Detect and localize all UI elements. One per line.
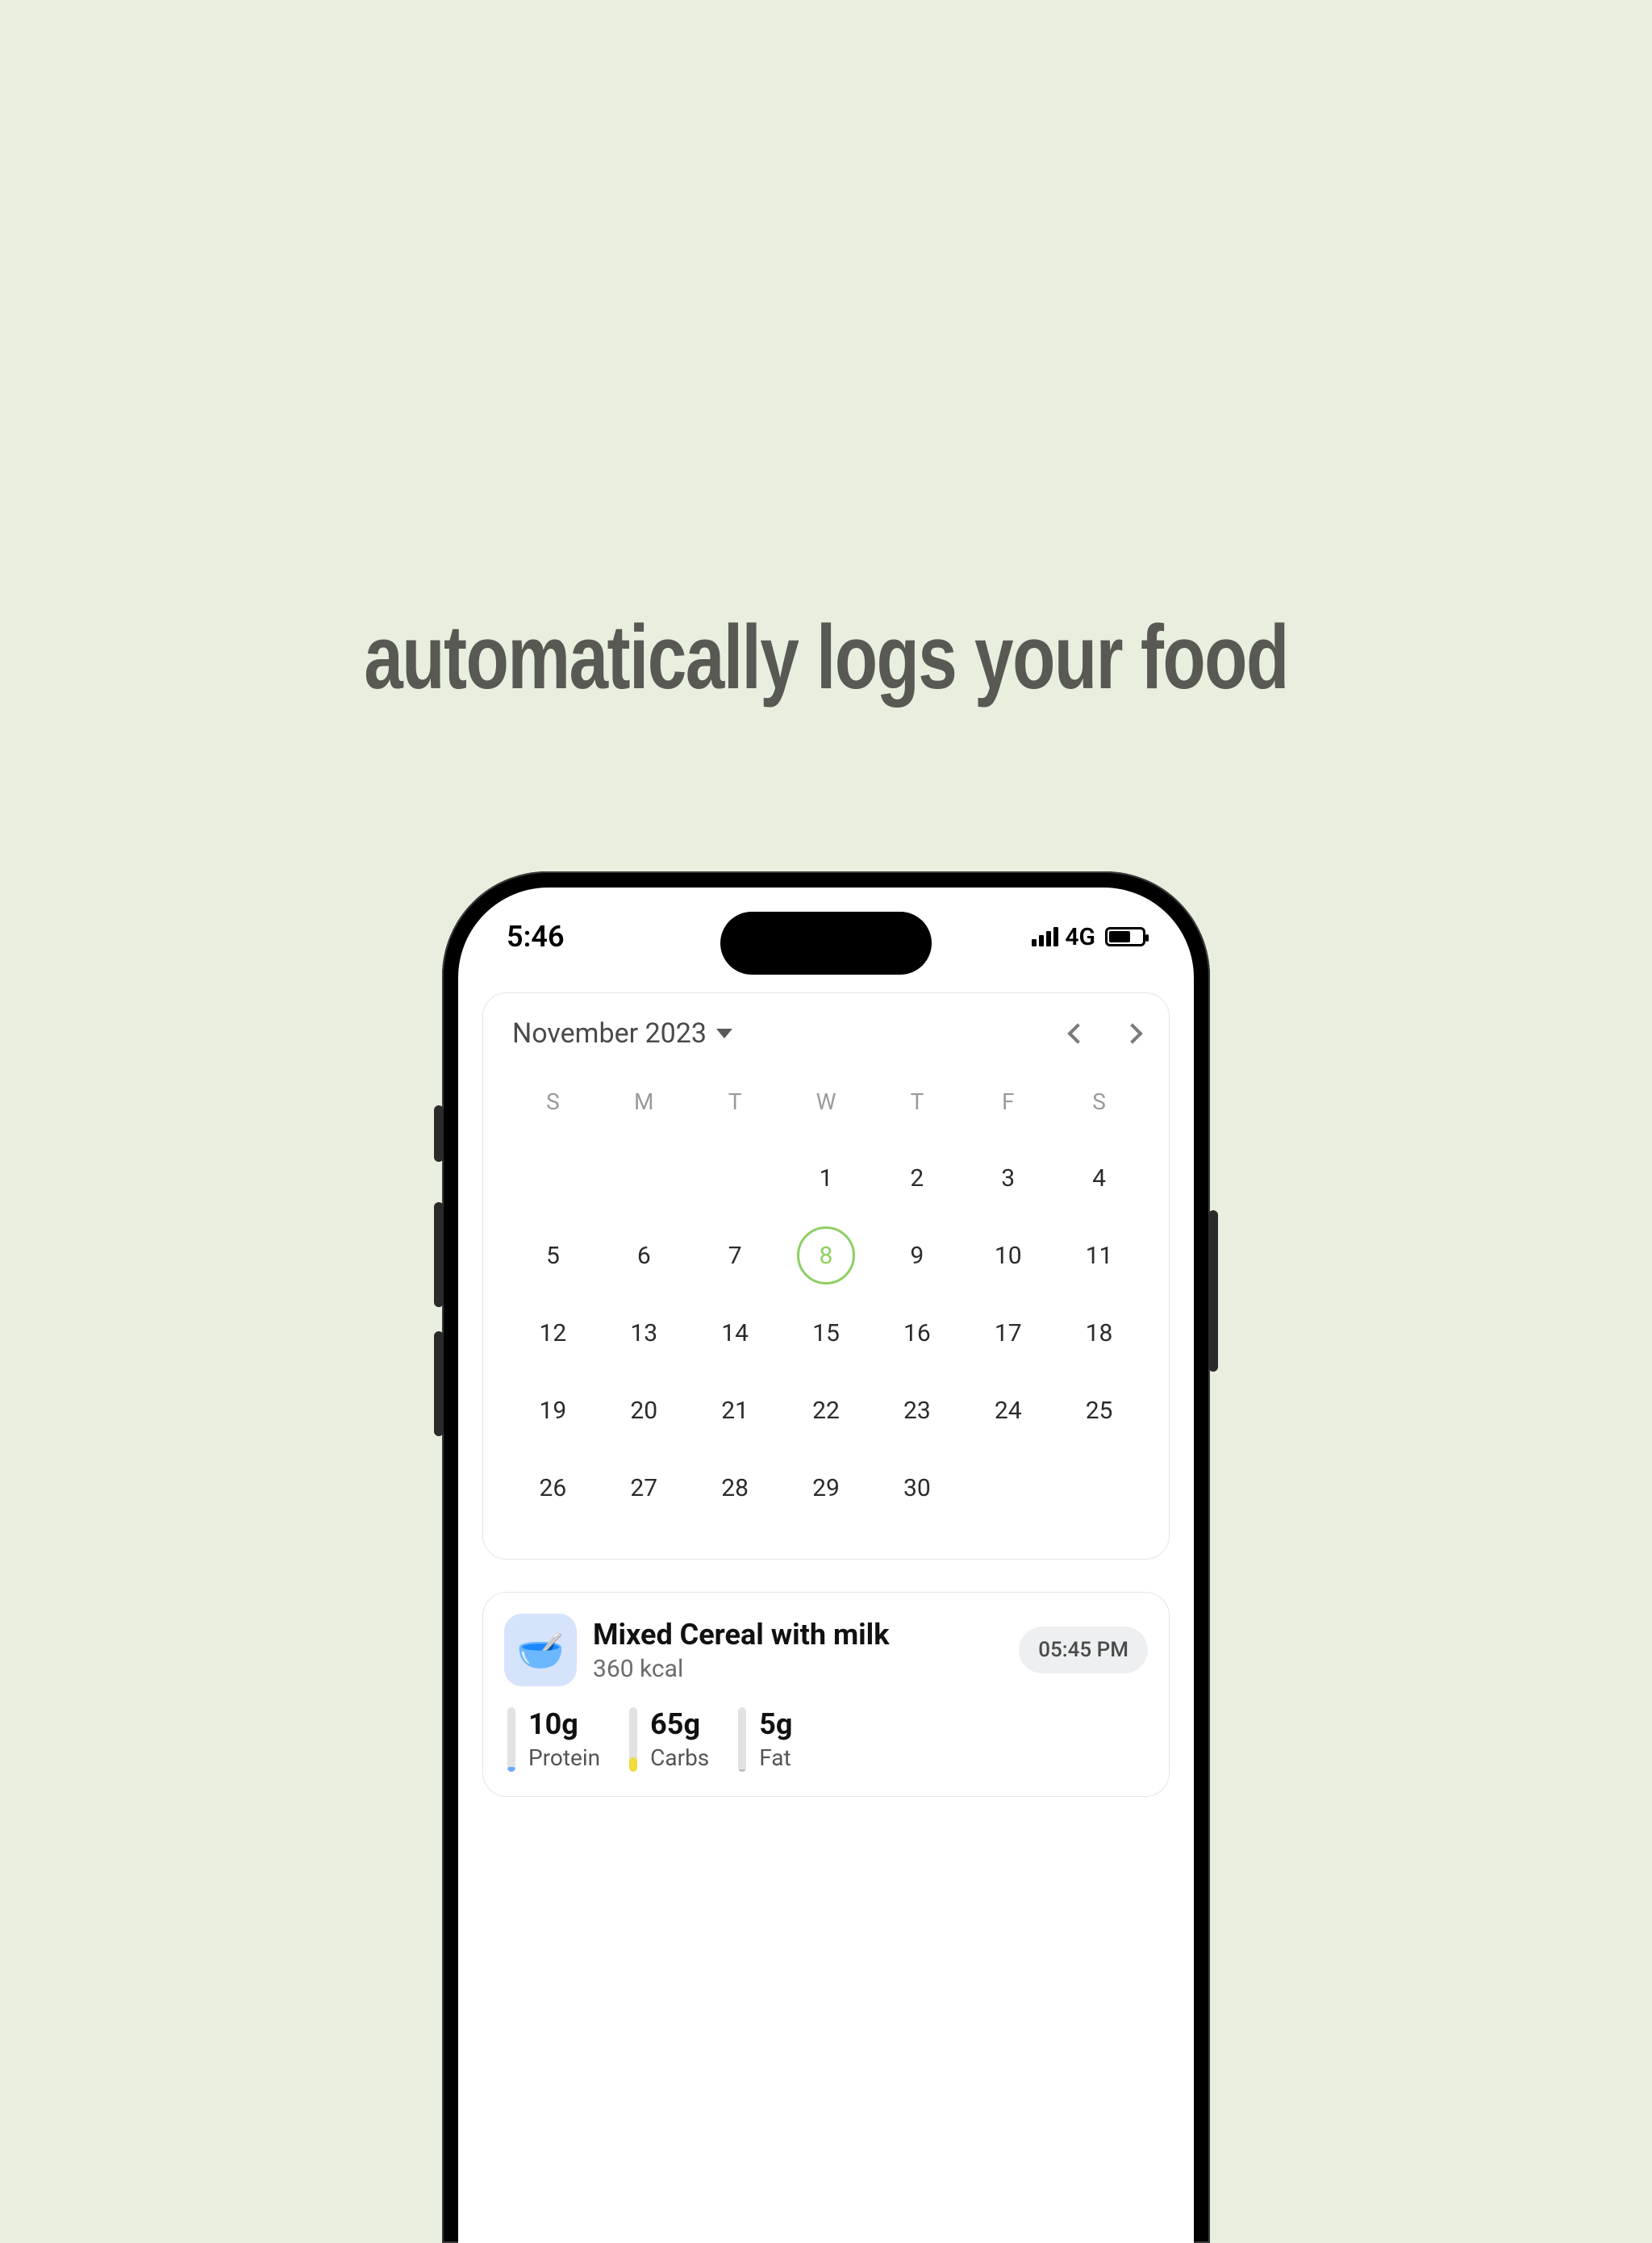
protein-label: Protein bbox=[528, 1744, 600, 1771]
fat-value: 5g bbox=[759, 1707, 792, 1741]
calendar-day[interactable]: 17 bbox=[979, 1304, 1037, 1362]
calendar-day[interactable]: 29 bbox=[797, 1459, 855, 1517]
phone-side-button bbox=[434, 1202, 444, 1307]
calendar-day[interactable]: 12 bbox=[524, 1304, 582, 1362]
calendar-day[interactable]: 30 bbox=[888, 1459, 946, 1517]
calendar-card: November 2023 SMTWTFS1234567891011121314… bbox=[482, 992, 1170, 1560]
macro-carbs: 65g Carbs bbox=[629, 1707, 709, 1772]
calendar-dow: M bbox=[634, 1074, 653, 1139]
prev-month-button[interactable] bbox=[1067, 1023, 1087, 1043]
bowl-icon: 🥣 bbox=[504, 1614, 577, 1686]
calendar-dow: S bbox=[1092, 1074, 1106, 1139]
phone-side-button bbox=[434, 1331, 444, 1436]
calendar-dow: T bbox=[910, 1074, 924, 1139]
next-month-button[interactable] bbox=[1122, 1023, 1142, 1043]
calendar-day[interactable]: 7 bbox=[706, 1226, 764, 1284]
calendar-day[interactable]: 26 bbox=[524, 1459, 582, 1517]
calendar-day[interactable]: 22 bbox=[797, 1381, 855, 1439]
calendar-dow: F bbox=[1002, 1074, 1014, 1139]
calendar-day[interactable]: 4 bbox=[1070, 1149, 1128, 1207]
calendar-day[interactable]: 5 bbox=[524, 1226, 582, 1284]
status-right: 4G bbox=[1032, 923, 1145, 951]
calendar-day[interactable]: 24 bbox=[979, 1381, 1037, 1439]
calendar-dow: S bbox=[546, 1074, 560, 1139]
calendar-day[interactable]: 9 bbox=[888, 1226, 946, 1284]
battery-icon bbox=[1105, 927, 1145, 946]
calendar-day[interactable]: 14 bbox=[706, 1304, 764, 1362]
calendar-dow: W bbox=[816, 1074, 836, 1139]
calendar-day[interactable]: 21 bbox=[706, 1381, 764, 1439]
calendar-day[interactable]: 13 bbox=[615, 1304, 673, 1362]
calendar-day[interactable]: 2 bbox=[888, 1149, 946, 1207]
calendar-day[interactable]: 15 bbox=[797, 1304, 855, 1362]
calendar-day[interactable]: 8 bbox=[797, 1226, 855, 1284]
calendar-day[interactable]: 18 bbox=[1070, 1304, 1128, 1362]
calendar-grid: SMTWTFS123456789101112131415161718192021… bbox=[507, 1074, 1145, 1527]
protein-bar bbox=[507, 1707, 515, 1772]
food-name: Mixed Cereal with milk bbox=[593, 1618, 1003, 1652]
calendar-day[interactable]: 25 bbox=[1070, 1381, 1128, 1439]
calendar-day[interactable]: 28 bbox=[706, 1459, 764, 1517]
network-label: 4G bbox=[1065, 923, 1095, 951]
fat-bar bbox=[738, 1707, 746, 1772]
phone-screen: 5:46 4G November 2023 bbox=[458, 888, 1194, 2243]
status-time: 5:46 bbox=[507, 920, 565, 954]
fat-label: Fat bbox=[759, 1744, 792, 1771]
calendar-day[interactable]: 11 bbox=[1070, 1226, 1128, 1284]
calendar-day[interactable]: 3 bbox=[979, 1149, 1037, 1207]
calendar-dow: T bbox=[728, 1074, 742, 1139]
status-bar: 5:46 4G bbox=[458, 920, 1194, 954]
headline-text: automatically logs your food bbox=[181, 605, 1470, 709]
phone-frame: 5:46 4G November 2023 bbox=[442, 871, 1210, 2243]
macro-fat: 5g Fat bbox=[738, 1707, 792, 1772]
caret-down-icon bbox=[716, 1029, 732, 1038]
calendar-day[interactable]: 19 bbox=[524, 1381, 582, 1439]
calendar-day[interactable]: 10 bbox=[979, 1226, 1037, 1284]
calendar-day[interactable]: 23 bbox=[888, 1381, 946, 1439]
calendar-month-picker[interactable]: November 2023 bbox=[512, 1017, 732, 1050]
macro-protein: 10g Protein bbox=[507, 1707, 600, 1772]
calendar-day[interactable]: 1 bbox=[797, 1149, 855, 1207]
carbs-label: Carbs bbox=[650, 1744, 709, 1771]
signal-icon bbox=[1032, 927, 1058, 946]
food-log-card[interactable]: 🥣 Mixed Cereal with milk 360 kcal 05:45 … bbox=[482, 1592, 1170, 1797]
calendar-day[interactable]: 27 bbox=[615, 1459, 673, 1517]
calendar-day[interactable]: 20 bbox=[615, 1381, 673, 1439]
calendar-day[interactable]: 6 bbox=[615, 1226, 673, 1284]
promo-stage: automatically logs your food 5:46 4G bbox=[0, 0, 1652, 2204]
phone-side-button bbox=[1208, 1210, 1218, 1372]
protein-value: 10g bbox=[528, 1707, 600, 1741]
food-time-badge: 05:45 PM bbox=[1019, 1627, 1148, 1673]
carbs-value: 65g bbox=[650, 1707, 709, 1741]
phone-side-button bbox=[434, 1105, 444, 1162]
carbs-bar bbox=[629, 1707, 637, 1772]
food-calories: 360 kcal bbox=[593, 1655, 1003, 1683]
calendar-title: November 2023 bbox=[512, 1017, 707, 1050]
calendar-day[interactable]: 16 bbox=[888, 1304, 946, 1362]
